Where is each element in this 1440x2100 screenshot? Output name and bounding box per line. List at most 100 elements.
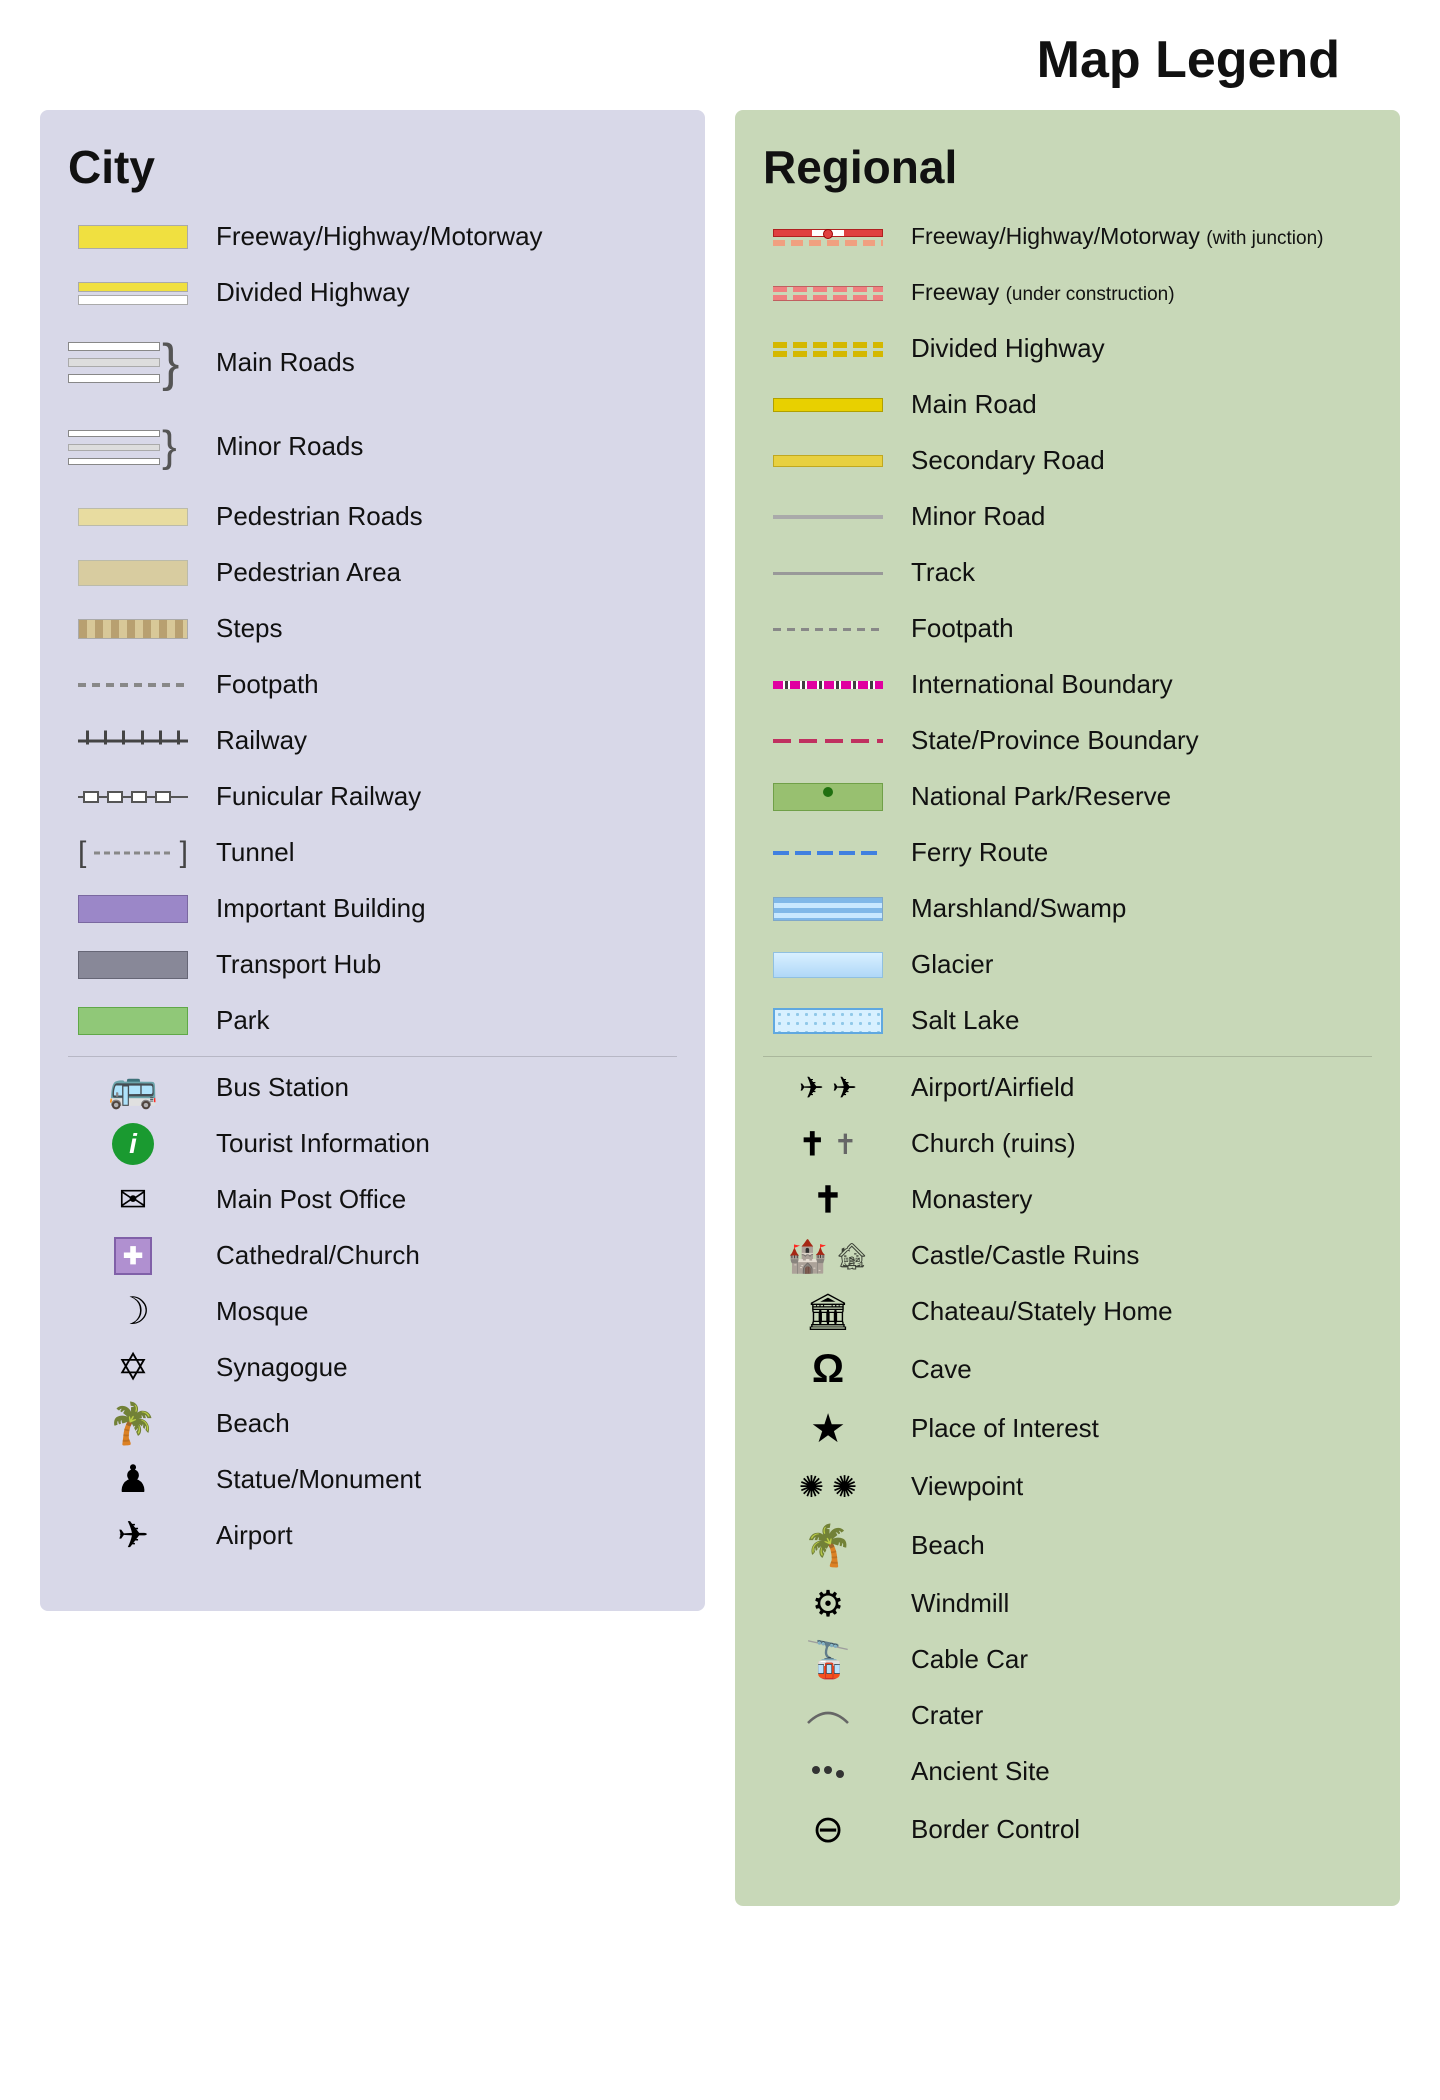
legend-label: National Park/Reserve xyxy=(911,781,1171,812)
legend-label: Tunnel xyxy=(216,837,295,868)
legend-label: Main Post Office xyxy=(216,1184,406,1215)
reg-divided-symbol xyxy=(763,342,893,357)
list-item: Freeway/Highway/Motorway xyxy=(68,216,677,258)
park-symbol xyxy=(68,1007,198,1035)
list-item: ★ Place of Interest xyxy=(763,1406,1372,1452)
legend-label: Transport Hub xyxy=(216,949,381,980)
legend-label: Border Control xyxy=(911,1814,1080,1845)
list-item: International Boundary xyxy=(763,664,1372,706)
list-item: 🌴 Beach xyxy=(68,1403,677,1445)
list-item: Glacier xyxy=(763,944,1372,986)
legend-label: Beach xyxy=(911,1530,985,1561)
list-item: Pedestrian Roads xyxy=(68,496,677,538)
legend-label: Cave xyxy=(911,1354,972,1385)
reg-beach-icon: 🌴 xyxy=(763,1522,893,1569)
reg-chateau-icon: 🏛 xyxy=(763,1291,893,1333)
reg-ferry-symbol xyxy=(763,851,893,855)
legend-label: Steps xyxy=(216,613,283,644)
legend-label: Airport/Airfield xyxy=(911,1072,1074,1103)
list-item: Ancient Site xyxy=(763,1751,1372,1793)
tunnel-symbol: [ ] xyxy=(68,842,198,864)
legend-label: Marshland/Swamp xyxy=(911,893,1126,924)
list-item: Funicular Railway xyxy=(68,776,677,818)
list-item: Ferry Route xyxy=(763,832,1372,874)
legend-label: Footpath xyxy=(911,613,1014,644)
legend-label: Glacier xyxy=(911,949,993,980)
legend-label: Freeway/Highway/Motorway xyxy=(216,221,543,252)
legend-label: Park xyxy=(216,1005,269,1036)
list-item: } Main Roads xyxy=(68,328,677,398)
list-item: 🚌 Bus Station xyxy=(68,1067,677,1109)
footpath-symbol xyxy=(68,683,198,687)
reg-freeway-symbol xyxy=(763,229,893,246)
list-item: ✝ Monastery xyxy=(763,1179,1372,1221)
list-item: Transport Hub xyxy=(68,944,677,986)
legend-label: Secondary Road xyxy=(911,445,1105,476)
cathedral-icon: ✚ xyxy=(68,1237,198,1275)
list-item: Footpath xyxy=(68,664,677,706)
divided-highway-symbol xyxy=(68,279,198,307)
reg-crater-icon xyxy=(763,1701,893,1731)
reg-poi-icon: ★ xyxy=(763,1406,893,1452)
list-item: } Minor Roads xyxy=(68,412,677,482)
list-item: Ω Cave xyxy=(763,1347,1372,1392)
legend-label: Ancient Site xyxy=(911,1756,1050,1787)
steps-symbol xyxy=(68,619,198,639)
list-item: National Park/Reserve xyxy=(763,776,1372,818)
legend-label: Divided Highway xyxy=(216,277,410,308)
city-panel: City Freeway/Highway/Motorway Divided Hi… xyxy=(40,110,705,1611)
legend-label: Important Building xyxy=(216,893,426,924)
reg-intl-boundary-symbol xyxy=(763,681,893,689)
bus-station-icon: 🚌 xyxy=(68,1068,198,1108)
list-item: Important Building xyxy=(68,888,677,930)
airport-icon: ✈ xyxy=(68,1517,198,1555)
legend-label: Railway xyxy=(216,725,307,756)
legend-label: Crater xyxy=(911,1700,983,1731)
list-item: Divided Highway xyxy=(68,272,677,314)
list-item: 🏛 Chateau/Stately Home xyxy=(763,1291,1372,1333)
legend-label: Main Roads xyxy=(216,347,355,378)
list-item: ✝ ✝ Church (ruins) xyxy=(763,1123,1372,1165)
reg-airport-icon: ✈ ✈ xyxy=(763,1071,893,1106)
legend-label: Main Road xyxy=(911,389,1037,420)
legend-label: Monastery xyxy=(911,1184,1032,1215)
reg-state-boundary-symbol xyxy=(763,739,893,743)
important-bldg-symbol xyxy=(68,895,198,923)
reg-main-road-symbol xyxy=(763,398,893,412)
list-item: Secondary Road xyxy=(763,440,1372,482)
railway-symbol xyxy=(68,733,198,749)
list-item: Footpath xyxy=(763,608,1372,650)
reg-freeway-uc-symbol xyxy=(763,286,893,301)
legend-label: Footpath xyxy=(216,669,319,700)
reg-cave-icon: Ω xyxy=(763,1347,893,1392)
legend-label: Chateau/Stately Home xyxy=(911,1296,1173,1327)
list-item: Freeway (under construction) xyxy=(763,272,1372,314)
legend-label: Tourist Information xyxy=(216,1128,430,1159)
reg-minor-symbol xyxy=(763,515,893,519)
mosque-icon: ☽ xyxy=(68,1293,198,1331)
legend-label: Ferry Route xyxy=(911,837,1048,868)
list-item: ♟ Statue/Monument xyxy=(68,1459,677,1501)
ped-roads-symbol xyxy=(68,508,198,526)
reg-natpark-symbol xyxy=(763,783,893,811)
reg-church-icon: ✝ ✝ xyxy=(763,1125,893,1163)
synagogue-icon: ✡ xyxy=(68,1349,198,1387)
legend-label: Track xyxy=(911,557,975,588)
legend-label: Freeway/Highway/Motorway (with junction) xyxy=(911,223,1323,251)
city-heading: City xyxy=(68,140,677,194)
statue-icon: ♟ xyxy=(68,1461,198,1499)
list-item: Salt Lake xyxy=(763,1000,1372,1042)
legend-label: Funicular Railway xyxy=(216,781,421,812)
list-item: Steps xyxy=(68,608,677,650)
list-item: ✚ Cathedral/Church xyxy=(68,1235,677,1277)
list-item: Minor Road xyxy=(763,496,1372,538)
list-item: ☽ Mosque xyxy=(68,1291,677,1333)
legend-label: Airport xyxy=(216,1520,293,1551)
list-item: ⚙ Windmill xyxy=(763,1583,1372,1625)
list-item: Pedestrian Area xyxy=(68,552,677,594)
ped-area-symbol xyxy=(68,560,198,586)
legend-label: Bus Station xyxy=(216,1072,349,1103)
reg-windmill-icon: ⚙ xyxy=(763,1583,893,1625)
list-item: 🏰 🏚 Castle/Castle Ruins xyxy=(763,1235,1372,1277)
page-title: Map Legend xyxy=(40,30,1400,90)
